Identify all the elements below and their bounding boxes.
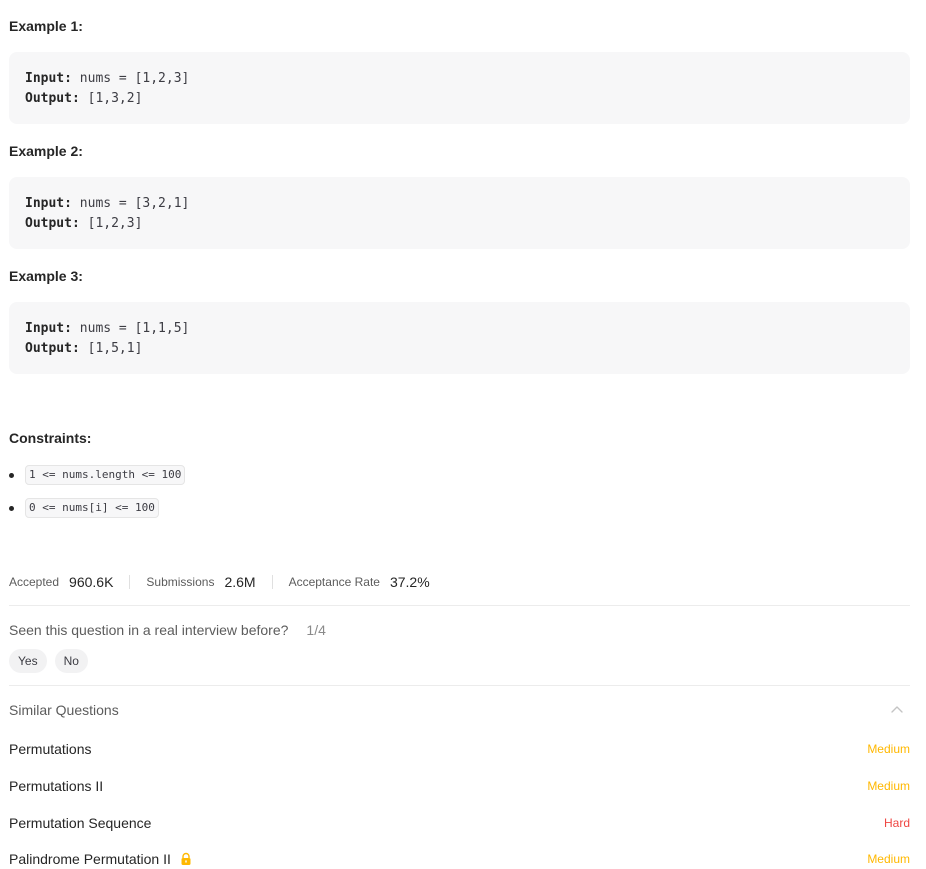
similar-questions-title: Similar Questions	[9, 702, 119, 718]
example-3-title: Example 3:	[9, 268, 83, 284]
bullet-icon	[9, 472, 14, 478]
no-button[interactable]: No	[54, 649, 88, 673]
constraint-code: 1 <= nums.length <= 100	[25, 465, 186, 485]
similar-question-title: Permutations II	[9, 778, 104, 794]
example-1-input-line: Input: nums = [1,2,3]	[25, 69, 894, 89]
interview-question: Seen this question in a real interview b…	[9, 620, 326, 640]
interview-answer-buttons: Yes No	[9, 649, 88, 673]
yes-button[interactable]: Yes	[9, 649, 47, 673]
similar-questions-header[interactable]: Similar Questions	[9, 699, 910, 721]
section-divider	[9, 685, 910, 686]
constraint-item: 1 <= nums.length <= 100	[9, 465, 186, 485]
interview-question-text: Seen this question in a real interview b…	[9, 622, 289, 638]
submissions-label: Submissions	[146, 575, 215, 589]
input-value: nums = [1,2,3]	[71, 71, 190, 86]
constraint-code: 0 <= nums[i] <= 100	[25, 498, 159, 518]
similar-question-row[interactable]: Permutations II Medium	[9, 776, 910, 796]
acceptance-rate-label: Acceptance Rate	[288, 575, 380, 589]
input-value: nums = [1,1,5]	[71, 321, 190, 336]
section-divider	[9, 605, 910, 606]
submissions-value: 2.6M	[224, 574, 256, 590]
difficulty-badge: Medium	[867, 852, 910, 866]
accepted-value: 960.6K	[69, 574, 114, 590]
acceptance-rate-value: 37.2%	[389, 574, 430, 590]
example-1-title: Example 1:	[9, 18, 83, 34]
constraints-title: Constraints:	[9, 430, 92, 446]
lock-icon	[179, 852, 193, 866]
similar-question-row[interactable]: Palindrome Permutation II Medium	[9, 849, 910, 869]
example-1-code-block: Input: nums = [1,2,3] Output: [1,3,2]	[9, 52, 910, 124]
difficulty-badge: Hard	[883, 816, 910, 830]
example-2-input-line: Input: nums = [3,2,1]	[25, 194, 894, 214]
stat-divider	[129, 575, 131, 589]
input-value: nums = [3,2,1]	[71, 196, 190, 211]
output-label: Output:	[25, 341, 80, 356]
similar-question-link[interactable]: Permutation Sequence	[9, 815, 151, 831]
interview-count: 1/4	[306, 622, 326, 638]
output-value: [1,2,3]	[79, 216, 143, 231]
stat-divider	[271, 575, 273, 589]
difficulty-badge: Medium	[867, 742, 910, 756]
output-value: [1,5,1]	[79, 341, 143, 356]
example-2-title: Example 2:	[9, 143, 83, 159]
constraint-item: 0 <= nums[i] <= 100	[9, 498, 159, 518]
example-3-input-line: Input: nums = [1,1,5]	[25, 319, 894, 339]
similar-question-title: Permutation Sequence	[9, 815, 152, 831]
difficulty-badge: Medium	[867, 779, 910, 793]
example-3-output-line: Output: [1,5,1]	[25, 339, 894, 359]
input-label: Input:	[25, 321, 72, 336]
example-2-code-block: Input: nums = [3,2,1] Output: [1,2,3]	[9, 177, 910, 249]
similar-question-title: Permutations	[9, 741, 92, 757]
similar-question-link[interactable]: Permutations	[9, 741, 91, 757]
similar-question-row[interactable]: Permutations Medium	[9, 739, 910, 759]
bullet-icon	[9, 505, 14, 511]
chevron-up-icon[interactable]	[890, 703, 904, 717]
example-1-output-line: Output: [1,3,2]	[25, 89, 894, 109]
stats-row: Accepted 960.6K Submissions 2.6M Accepta…	[9, 572, 430, 592]
similar-question-link[interactable]: Permutations II	[9, 778, 103, 794]
example-3-code-block: Input: nums = [1,1,5] Output: [1,5,1]	[9, 302, 910, 374]
example-2-output-line: Output: [1,2,3]	[25, 214, 894, 234]
accepted-label: Accepted	[9, 575, 60, 589]
output-value: [1,3,2]	[79, 91, 143, 106]
similar-question-row[interactable]: Permutation Sequence Hard	[9, 813, 910, 833]
output-label: Output:	[25, 91, 80, 106]
input-label: Input:	[25, 71, 72, 86]
output-label: Output:	[25, 216, 80, 231]
input-label: Input:	[25, 196, 72, 211]
